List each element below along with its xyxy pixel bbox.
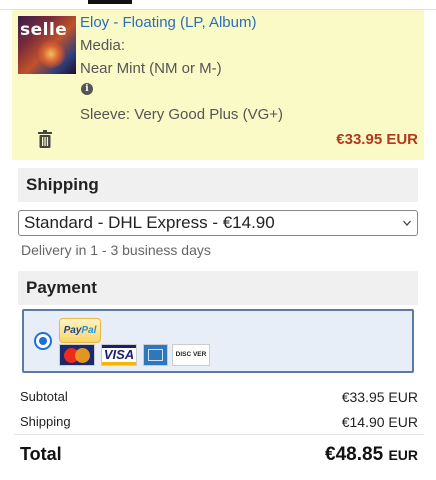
shipping-cost-label: Shipping — [20, 414, 71, 429]
media-condition: Near Mint (NM or M-) — [80, 60, 222, 77]
item-price: €33.95 EUR — [336, 131, 418, 148]
total-label: Total — [20, 444, 62, 464]
sleeve-condition: Sleeve: Very Good Plus (VG+) — [80, 106, 284, 123]
shipping-method-select[interactable]: Standard - DHL Express - €14.90 — [18, 210, 418, 236]
delivery-estimate: Delivery in 1 - 3 business days — [21, 242, 211, 258]
item-title-link[interactable]: Eloy - Floating (LP, Album) — [80, 14, 256, 31]
album-thumbnail[interactable]: selle — [18, 16, 76, 74]
trash-icon[interactable] — [38, 130, 52, 148]
active-tab-indicator — [88, 0, 132, 4]
album-art — [36, 40, 66, 68]
amex-icon — [143, 344, 168, 366]
visa-icon: VISA — [101, 344, 137, 366]
payment-radio[interactable] — [34, 332, 52, 350]
subtotal-label: Subtotal — [20, 389, 68, 404]
total-value: €48.85 EUR — [325, 444, 418, 466]
shipping-header: Shipping — [18, 168, 418, 202]
total-currency: EUR — [388, 447, 418, 463]
cart-item: selle Eloy - Floating (LP, Album) Media:… — [12, 10, 424, 160]
payment-header: Payment — [18, 271, 418, 305]
chevron-down-icon — [403, 220, 411, 226]
divider — [14, 434, 424, 435]
shipping-method-value: Standard - DHL Express - €14.90 — [24, 213, 275, 232]
paypal-logo: PayPal — [59, 318, 101, 343]
subtotal-value: €33.95 EUR — [341, 389, 418, 405]
thumbnail-watermark: selle — [20, 20, 68, 40]
top-strip — [0, 0, 436, 10]
shipping-cost-value: €14.90 EUR — [341, 414, 418, 430]
total-amount: €48.85 — [325, 444, 384, 465]
payment-method-option[interactable]: PayPal VISA DISC VER — [22, 309, 414, 373]
discover-icon: DISC VER — [172, 344, 210, 366]
info-icon[interactable]: i — [81, 83, 93, 95]
mastercard-icon — [59, 344, 95, 366]
media-label: Media: — [80, 37, 126, 54]
